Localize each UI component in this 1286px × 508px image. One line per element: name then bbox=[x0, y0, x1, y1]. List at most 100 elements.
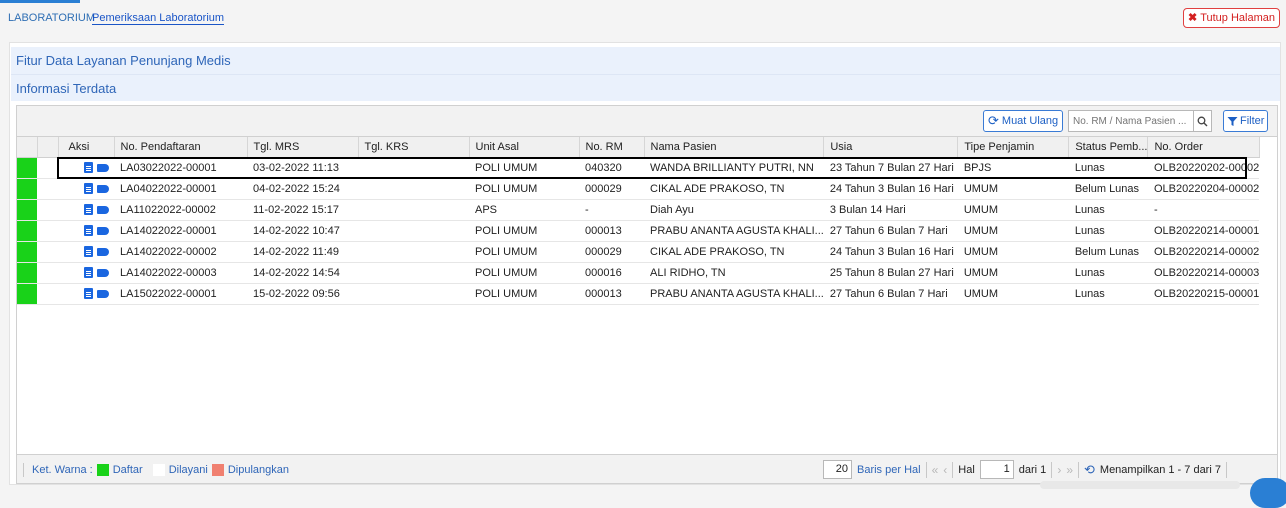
tag-icon[interactable] bbox=[97, 268, 109, 277]
cell-no-pendaftaran: LA14022022-00002 bbox=[114, 241, 247, 263]
document-icon[interactable] bbox=[84, 162, 93, 174]
cell-usia: 25 Tahun 8 Bulan 27 Hari bbox=[823, 262, 958, 284]
close-page-button[interactable]: ✖ Tutup Halaman bbox=[1182, 8, 1280, 28]
document-icon[interactable] bbox=[84, 183, 93, 195]
document-icon[interactable] bbox=[84, 267, 93, 279]
col-marker bbox=[17, 137, 38, 158]
cell-tgl-krs bbox=[358, 220, 469, 242]
search-input[interactable] bbox=[1069, 111, 1195, 131]
col-tipe-penjamin[interactable]: Tipe Penjamin bbox=[957, 137, 1070, 158]
close-icon: ✖ bbox=[1187, 12, 1198, 24]
cell-status-pembayaran: Lunas bbox=[1068, 283, 1148, 305]
document-icon[interactable] bbox=[84, 225, 93, 237]
search-icon bbox=[1197, 116, 1208, 126]
cell-no-order: - bbox=[1147, 199, 1260, 221]
col-usia[interactable]: Usia bbox=[823, 137, 959, 158]
col-tgl-mrs[interactable]: Tgl. MRS bbox=[247, 137, 359, 158]
table-row[interactable]: LA11022022-00002 11-02-2022 15:17 APS - Diah… bbox=[17, 199, 1260, 221]
rows-per-page-select[interactable]: 20 bbox=[823, 460, 852, 479]
col-no-rm[interactable]: No. RM bbox=[579, 137, 645, 158]
cell-no-rm: 000029 bbox=[579, 241, 644, 263]
cell-no-pendaftaran: LA04022022-00001 bbox=[114, 178, 247, 200]
search-button[interactable] bbox=[1193, 111, 1211, 131]
divider bbox=[1225, 461, 1227, 478]
cell-tgl-mrs: 15-02-2022 09:56 bbox=[247, 283, 358, 305]
cell-tipe-penjamin: UMUM bbox=[957, 283, 1069, 305]
tag-icon[interactable] bbox=[97, 226, 109, 235]
reload-button[interactable]: ⟳ Muat Ulang bbox=[983, 110, 1064, 132]
cell-unit-asal: POLI UMUM bbox=[469, 262, 579, 284]
cell-nama-pasien: CIKAL ADE PRAKOSO, TN bbox=[644, 178, 824, 200]
cell-no-rm: 000016 bbox=[579, 262, 644, 284]
table-row[interactable]: LA14022022-00001 14-02-2022 10:47 POLI UMU… bbox=[17, 220, 1260, 242]
tag-icon[interactable] bbox=[97, 184, 109, 193]
color-legend: Ket. Warna : Daftar Dilayani Dipulangkan bbox=[23, 463, 289, 477]
table-row[interactable]: LA14022022-00002 14-02-2022 11:49 POLI UMU… bbox=[17, 241, 1260, 263]
tag-icon[interactable] bbox=[97, 205, 109, 214]
divider bbox=[1051, 461, 1053, 478]
grid-toolbar: ⟳ Muat Ulang Filter bbox=[17, 106, 1277, 136]
table-row[interactable]: LA03022022-00001 03-02-2022 11:13 POLI UMU… bbox=[17, 157, 1260, 179]
breadcrumb-current[interactable]: Pemeriksaan Laboratorium bbox=[92, 12, 225, 25]
col-status-pembayaran[interactable]: Status Pemb... bbox=[1068, 137, 1149, 158]
bottom-pill bbox=[1040, 481, 1240, 489]
row-spacer bbox=[37, 178, 58, 200]
table-row[interactable]: LA04022022-00001 04-02-2022 15:24 POLI UMU… bbox=[17, 178, 1260, 200]
col-blank bbox=[37, 137, 59, 158]
pagination: 20 Baris per Hal « ‹ Hal 1 dari 1 › » ⟲ … bbox=[823, 460, 1227, 479]
row-actions bbox=[58, 157, 114, 179]
close-page-label: Tutup Halaman bbox=[1200, 12, 1275, 24]
col-no-pendaftaran[interactable]: No. Pendaftaran bbox=[114, 137, 248, 158]
last-page-icon[interactable]: » bbox=[1066, 463, 1073, 477]
document-icon[interactable] bbox=[84, 288, 93, 300]
cell-usia: 27 Tahun 6 Bulan 7 Hari bbox=[823, 283, 958, 305]
document-icon[interactable] bbox=[84, 246, 93, 258]
row-spacer bbox=[37, 283, 58, 305]
filter-icon bbox=[1227, 116, 1238, 126]
cell-nama-pasien: ALI RIDHO, TN bbox=[644, 262, 824, 284]
row-actions bbox=[58, 283, 114, 305]
tag-icon[interactable] bbox=[97, 289, 109, 298]
status-marker bbox=[17, 199, 37, 221]
main-container: Fitur Data Layanan Penunjang Medis Infor… bbox=[9, 42, 1281, 485]
table-row[interactable]: LA15022022-00001 15-02-2022 09:56 POLI UMU… bbox=[17, 283, 1260, 305]
table-row[interactable]: LA14022022-00003 14-02-2022 14:54 POLI UMU… bbox=[17, 262, 1260, 284]
page-count: dari 1 bbox=[1018, 463, 1047, 476]
filter-button[interactable]: Filter bbox=[1223, 110, 1269, 132]
table-header: Aksi No. Pendaftaran Tgl. MRS Tgl. KRS U… bbox=[17, 137, 1260, 158]
breadcrumb-root[interactable]: LABORATORIUM bbox=[8, 12, 95, 24]
cell-no-order: OLB20220215-00001 bbox=[1147, 283, 1260, 305]
cell-nama-pasien: PRABU ANANTA AGUSTA KHALI... bbox=[644, 220, 824, 242]
page-input[interactable]: 1 bbox=[979, 460, 1014, 479]
legend-swatch-daftar bbox=[96, 464, 109, 476]
divider bbox=[952, 461, 954, 478]
cell-usia: 24 Tahun 3 Bulan 16 Hari bbox=[823, 241, 958, 263]
tag-icon[interactable] bbox=[97, 163, 109, 172]
document-icon[interactable] bbox=[84, 204, 93, 216]
cell-tipe-penjamin: UMUM bbox=[957, 178, 1069, 200]
first-page-icon[interactable]: « bbox=[932, 463, 939, 477]
cell-tgl-krs bbox=[358, 199, 469, 221]
cell-tgl-mrs: 14-02-2022 14:54 bbox=[247, 262, 358, 284]
col-unit-asal[interactable]: Unit Asal bbox=[469, 137, 580, 158]
page-summary: Menampilkan 1 - 7 dari 7 bbox=[1099, 463, 1221, 476]
cell-tgl-krs bbox=[358, 178, 469, 200]
cell-tgl-mrs: 14-02-2022 10:47 bbox=[247, 220, 358, 242]
legend-label-dipulangkan: Dipulangkan bbox=[227, 464, 289, 476]
refresh-page-icon[interactable]: ⟲ bbox=[1084, 462, 1095, 478]
top-bar: LABORATORIUM Pemeriksaan Laboratorium ✖ … bbox=[0, 0, 1286, 36]
next-page-icon[interactable]: › bbox=[1057, 463, 1061, 477]
floating-action-button[interactable] bbox=[1250, 478, 1286, 508]
tag-icon[interactable] bbox=[97, 247, 109, 256]
col-nama-pasien[interactable]: Nama Pasien bbox=[644, 137, 825, 158]
prev-page-icon[interactable]: ‹ bbox=[943, 463, 947, 477]
reload-label: Muat Ulang bbox=[1001, 115, 1059, 127]
col-no-order[interactable]: No. Order bbox=[1147, 137, 1260, 158]
cell-tgl-krs bbox=[358, 262, 469, 284]
col-tgl-krs[interactable]: Tgl. KRS bbox=[358, 137, 470, 158]
col-aksi[interactable]: Aksi bbox=[58, 137, 115, 158]
cell-unit-asal: POLI UMUM bbox=[469, 283, 579, 305]
cell-usia: 24 Tahun 3 Bulan 16 Hari bbox=[823, 178, 958, 200]
subsection-title[interactable]: Informasi Terdata bbox=[11, 74, 1280, 101]
cell-tipe-penjamin: UMUM bbox=[957, 220, 1069, 242]
